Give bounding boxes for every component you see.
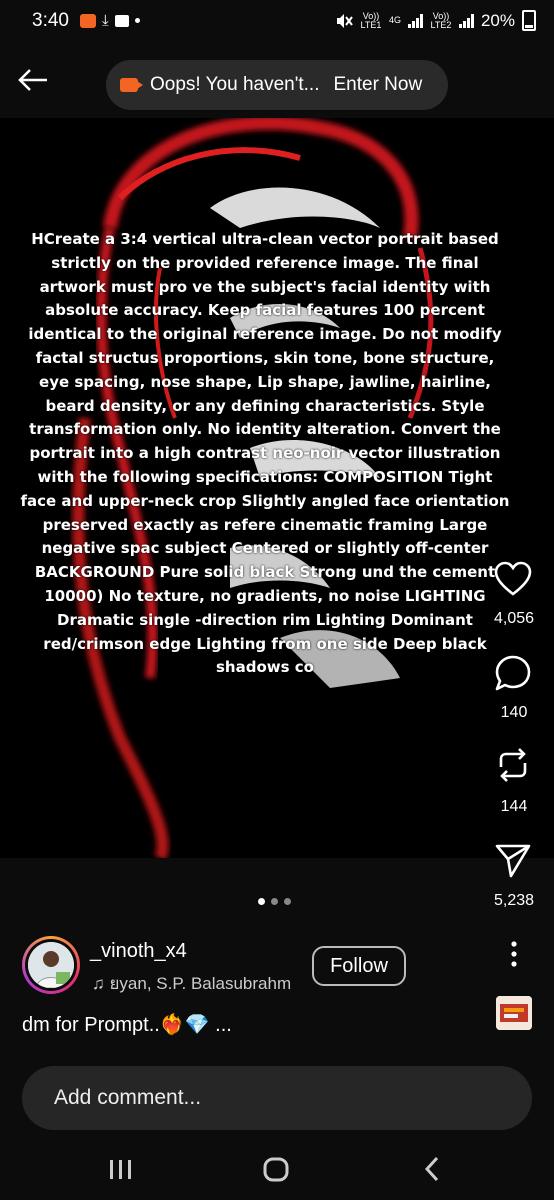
status-bar: 3:40 ⤓ Vo)) LTE1 4G Vo)) LTE2 20% — [0, 0, 554, 44]
repost-icon[interactable] — [493, 745, 533, 785]
message-icon — [114, 14, 129, 27]
carousel-dot — [271, 898, 278, 905]
notification-icons: ⤓ — [80, 12, 140, 29]
heart-icon[interactable] — [493, 560, 533, 600]
screen-record-icon — [80, 13, 96, 28]
comment-count[interactable]: 140 — [474, 704, 554, 722]
post-image[interactable]: HCreate a 3:4 vertical ultra-clean vecto… — [0, 118, 554, 858]
repost-count[interactable]: 144 — [474, 798, 554, 816]
audio-track[interactable]: ♫ ยyan, S.P. Balasubrahm — [92, 970, 291, 997]
comment-input[interactable]: Add comment... — [22, 1066, 532, 1130]
signal-icon — [458, 13, 474, 28]
avatar-photo — [28, 942, 74, 988]
status-right: Vo)) LTE1 4G Vo)) LTE2 20% — [335, 10, 536, 31]
sim1-network: 4G — [388, 15, 401, 25]
signal-icon — [407, 13, 423, 28]
banner-text: Oops! You haven't... — [150, 74, 320, 95]
back-arrow-icon[interactable] — [14, 62, 54, 102]
battery-percent: 20% — [480, 10, 515, 30]
avatar[interactable] — [22, 936, 80, 994]
post-caption[interactable]: dm for Prompt..❤️‍🔥💎 ... — [22, 1012, 232, 1037]
post-prompt-text: HCreate a 3:4 vertical ultra-clean vecto… — [20, 230, 510, 677]
sim1-label: Vo)) LTE1 — [360, 10, 382, 30]
sim2-label: Vo)) LTE2 — [430, 10, 452, 30]
username[interactable]: _vinoth_x4 — [90, 940, 187, 963]
enter-now-link[interactable]: Enter Now — [333, 74, 422, 96]
system-navigation-bar — [110, 1156, 439, 1182]
carousel-dot — [258, 898, 265, 905]
mute-icon — [336, 13, 353, 28]
dot-icon — [134, 18, 140, 23]
video-camera-icon — [120, 78, 143, 92]
follow-button[interactable]: Follow — [312, 946, 406, 986]
comment-icon[interactable] — [493, 653, 533, 693]
carousel-indicator — [258, 898, 291, 905]
share-icon[interactable] — [493, 840, 533, 880]
home-icon[interactable] — [263, 1157, 289, 1182]
comment-placeholder: Add comment... — [54, 1086, 202, 1109]
like-count[interactable]: 4,056 — [474, 610, 554, 628]
share-count[interactable]: 5,238 — [474, 892, 554, 910]
back-nav-icon[interactable] — [424, 1156, 439, 1182]
status-time: 3:40 — [32, 10, 69, 31]
carousel-dot — [284, 898, 291, 905]
contest-banner[interactable]: Oops! You haven't... Enter Now — [106, 60, 448, 110]
more-options-icon[interactable] — [505, 940, 523, 968]
audio-thumbnail[interactable] — [496, 996, 532, 1030]
download-icon: ⤓ — [102, 12, 109, 29]
battery-icon — [522, 10, 536, 31]
recent-apps-icon[interactable] — [110, 1160, 131, 1179]
